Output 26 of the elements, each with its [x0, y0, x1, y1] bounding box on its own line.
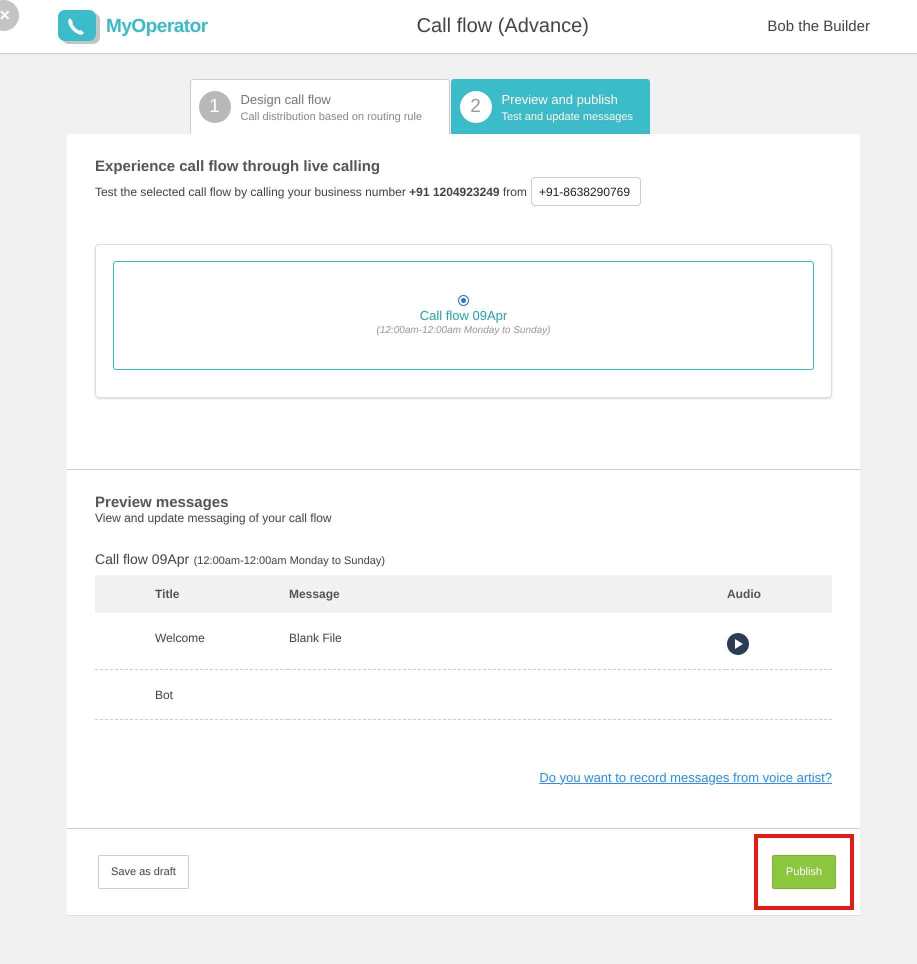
section-heading: Experience call flow through live calling	[95, 158, 382, 175]
section-heading: Preview messages	[95, 494, 230, 511]
step-tab[interactable]: 2 Preview and publish Test and update messages	[450, 79, 650, 134]
brand-name: MyOperator	[106, 16, 208, 38]
page-title: Call flow (Advance)	[416, 15, 590, 38]
voice-artist-link[interactable]: Do you want to record messages from voice artist?	[539, 770, 832, 784]
phone-input-field[interactable]: +91-8638290769	[530, 177, 641, 206]
step-tab[interactable]: 1 Design call flow Call distribution based on routing rule	[190, 79, 450, 134]
play-icon[interactable]	[727, 633, 749, 655]
flow-option[interactable]: Call flow 09Apr (12:00am-12:00am Monday to Sunday)	[113, 261, 814, 370]
instruction-text: Test the selected call flow by calling your business number +91 1204923249 from	[95, 184, 527, 198]
table-cell: Bot	[155, 688, 174, 702]
section-subheading: View and update messaging of your call flow	[95, 511, 333, 525]
table-cell: Blank File	[289, 631, 342, 645]
flow-name: Call flow 09Apr	[95, 551, 190, 567]
column-header: Title	[155, 587, 180, 601]
table-cell: Welcome	[155, 631, 205, 645]
flow-hours: (12:00am-12:00am Monday to Sunday)	[194, 555, 385, 567]
publish-button[interactable]: Publish	[772, 855, 836, 889]
save-draft-button[interactable]: Save as draft	[98, 855, 189, 889]
column-header: Message	[289, 587, 340, 601]
radio-button[interactable]	[458, 295, 469, 306]
column-header: Audio	[727, 587, 761, 601]
phone-logo-icon	[58, 10, 102, 44]
close-button[interactable]: ×	[0, 0, 19, 31]
user-name[interactable]: Bob the Builder	[767, 18, 870, 35]
